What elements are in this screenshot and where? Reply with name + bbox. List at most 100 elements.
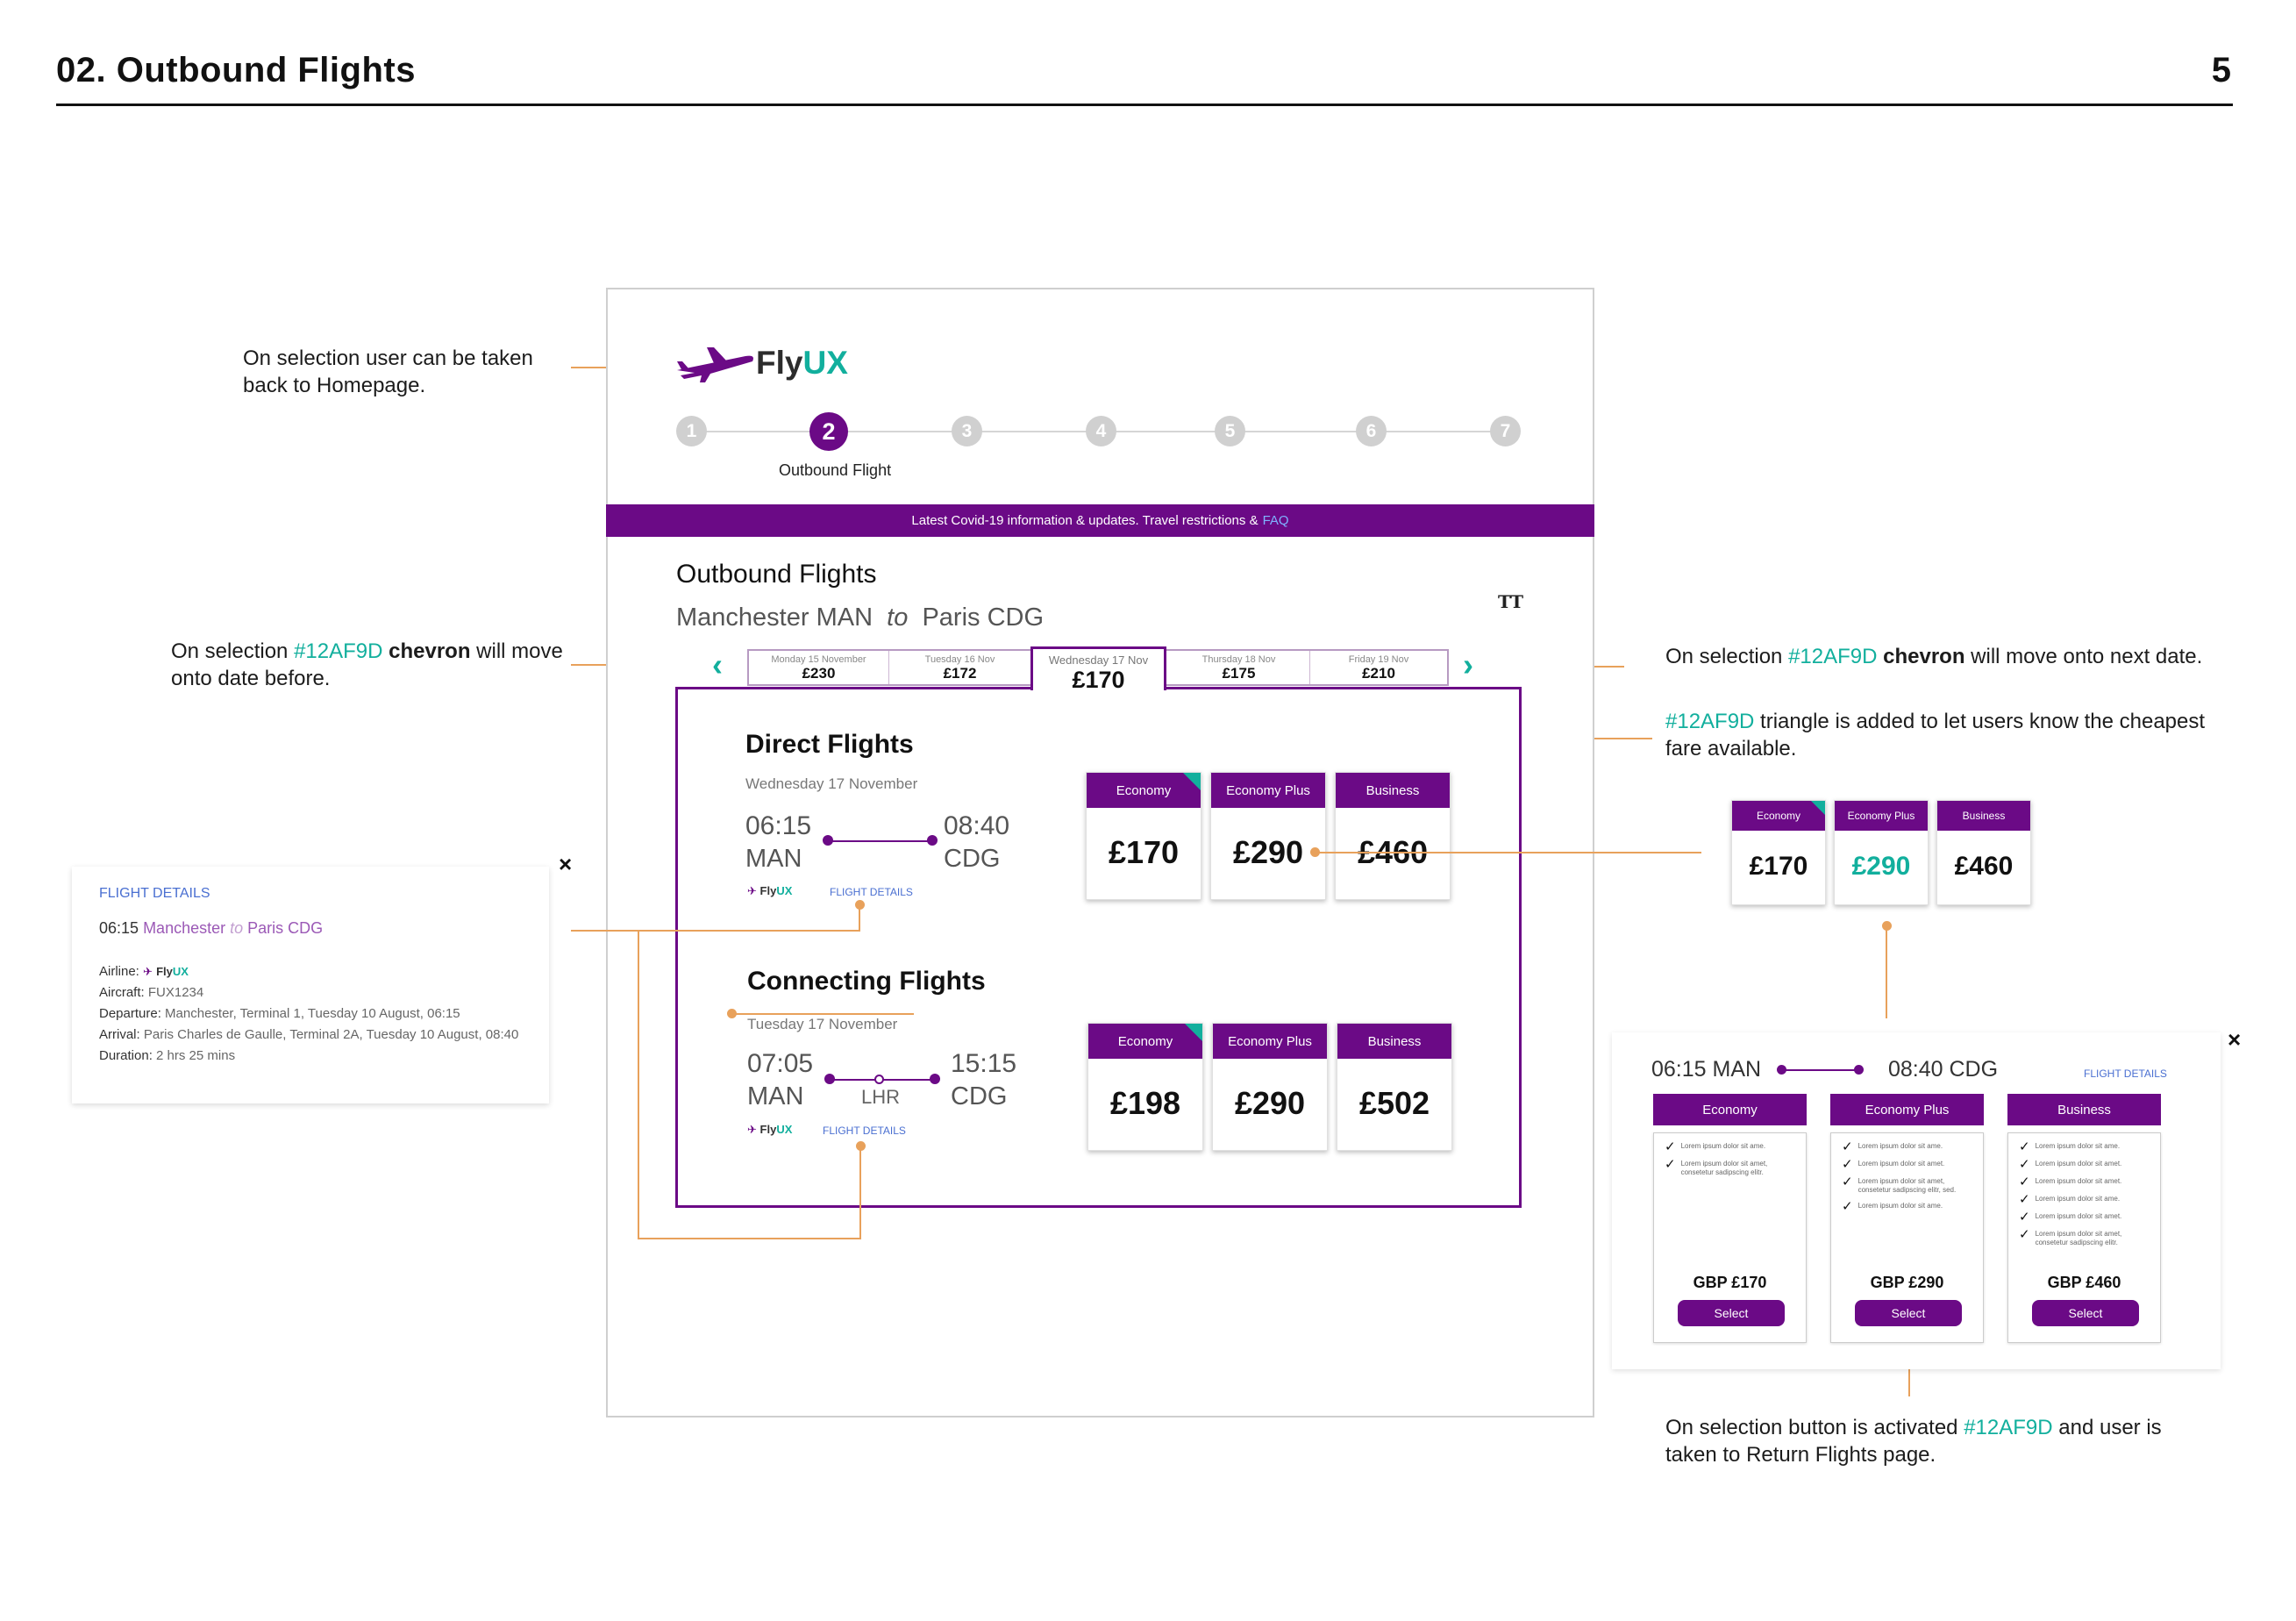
covid-banner: Latest Covid-19 information & updates. T… xyxy=(606,504,1594,537)
direct-arr-time: 08:40 xyxy=(944,811,1010,840)
direct-route-start-dot xyxy=(823,835,833,846)
connecting-fare-economy-plus[interactable]: Economy Plus £290 xyxy=(1212,1023,1328,1151)
flight-details-route: 06:15 Manchester to Paris CDG xyxy=(99,919,324,937)
prev-date-chevron-icon[interactable]: ‹ xyxy=(712,649,723,681)
check-icon: ✓ xyxy=(2019,1210,2030,1225)
connecting-flights-date: Tuesday 17 November xyxy=(747,1016,898,1032)
cheapest-fare-triangle-icon xyxy=(1811,801,1825,815)
connecting-arr-time: 15:15 xyxy=(951,1049,1017,1078)
step-2-active[interactable]: 2 xyxy=(809,412,848,451)
check-icon: ✓ xyxy=(2019,1157,2030,1172)
fd-connector-v2 xyxy=(638,930,639,1239)
connecting-dep-time: 07:05 xyxy=(747,1049,814,1078)
expanded-route-start-dot xyxy=(1777,1065,1786,1075)
check-icon: ✓ xyxy=(1842,1199,1853,1214)
direct-fare-economy-plus[interactable]: Economy Plus £290 xyxy=(1210,772,1326,900)
date-option-selected[interactable]: Wednesday 17 Nov £170 xyxy=(1030,646,1166,693)
date-option[interactable]: Thursday 18 Nov £175 xyxy=(1168,651,1310,684)
direct-route-end-dot xyxy=(927,835,938,846)
flight-details-airline: Airline: ✈ FlyUX xyxy=(99,964,189,979)
select-economy-plus-button[interactable]: Select xyxy=(1855,1300,1962,1326)
check-icon: ✓ xyxy=(1842,1139,1853,1154)
header-rule xyxy=(56,104,2233,106)
homepage-note: On selection user can be taken back to H… xyxy=(243,346,533,397)
connecting-flight-details-link[interactable]: FLIGHT DETAILS xyxy=(823,1125,906,1137)
hover-connector xyxy=(1316,852,1701,853)
direct-dep-time: 06:15 xyxy=(745,811,812,840)
date-option[interactable]: Friday 19 Nov £210 xyxy=(1310,651,1447,684)
check-icon: ✓ xyxy=(1665,1139,1676,1154)
brand-logo[interactable]: FlyUX xyxy=(756,345,848,382)
hover-fare-economy-plus[interactable]: Economy Plus £290 xyxy=(1834,800,1929,905)
page-number: 5 xyxy=(2211,51,2231,89)
fd-connector-bottom xyxy=(638,1238,861,1239)
direct-arr-code: CDG xyxy=(944,845,1001,873)
check-icon: ✓ xyxy=(2019,1227,2030,1242)
expanded-col-business: Business ✓ Lorem ipsum dolor sit ame. ✓ Lo… xyxy=(2007,1094,2161,1343)
triangle-note: #12AF9D triangle is added to let users k… xyxy=(1665,710,2206,761)
expanded-col-economy: Economy ✓ Lorem ipsum dolor sit ame. ✓ Lor… xyxy=(1653,1094,1807,1343)
connecting-route-start-dot xyxy=(824,1074,835,1084)
select-economy-button[interactable]: Select xyxy=(1678,1300,1785,1326)
expanded-dep: 06:15 MAN xyxy=(1651,1057,1762,1082)
fd-connector-dot2 xyxy=(856,1141,866,1151)
expanded-fares-panel: 06:15 MAN 08:40 CDG FLIGHT DETAILS Econo… xyxy=(1612,1032,2221,1369)
hover-down-connector xyxy=(1886,925,1887,1018)
step-4[interactable]: 4 xyxy=(1086,416,1116,446)
direct-airline-logo: ✈ FlyUX xyxy=(747,884,793,897)
next-date-chevron-icon[interactable]: › xyxy=(1463,649,1473,681)
check-icon: ✓ xyxy=(1842,1175,1853,1189)
prev-chevron-note: On selection #12AF9D chevron will move o… xyxy=(171,639,563,690)
check-icon: ✓ xyxy=(2019,1139,2030,1154)
connecting-flights-title: Connecting Flights xyxy=(747,967,986,996)
connecting-fare-economy[interactable]: Economy £198 xyxy=(1087,1023,1203,1151)
direct-fare-business[interactable]: Business £460 xyxy=(1335,772,1451,900)
fd-connector-v1 xyxy=(859,904,860,931)
date-option[interactable]: Tuesday 16 Nov £172 xyxy=(889,651,1031,684)
date-option[interactable]: Monday 15 November £230 xyxy=(749,651,889,684)
flight-details-duration: Duration: 2 hrs 25 mins xyxy=(99,1048,236,1063)
flight-details-departure: Departure: Manchester, Terminal 1, Tuesd… xyxy=(99,1006,460,1021)
faq-link[interactable]: FAQ xyxy=(1263,513,1289,528)
select-note: On selection button is activated #12AF9D… xyxy=(1665,1416,2162,1467)
next-chevron-note: On selection #12AF9D chevron will move o… xyxy=(1665,645,2203,668)
flight-details-title: FLIGHT DETAILS xyxy=(99,886,210,901)
step-1[interactable]: 1 xyxy=(676,416,707,446)
cheapest-fare-triangle-icon xyxy=(1185,1024,1202,1041)
expanded-flight-details-link[interactable]: FLIGHT DETAILS xyxy=(2084,1068,2167,1080)
direct-flights-title: Direct Flights xyxy=(745,730,914,759)
fd-connector-h xyxy=(571,930,860,932)
step-7[interactable]: 7 xyxy=(1490,416,1521,446)
check-icon: ✓ xyxy=(1842,1157,1853,1172)
expanded-col-economy-plus: Economy Plus ✓ Lorem ipsum dolor sit ame.… xyxy=(1830,1094,1984,1343)
flight-details-panel: FLIGHT DETAILS 06:15 Manchester to Paris… xyxy=(72,867,549,1103)
direct-route-line xyxy=(828,840,933,842)
connecting-fare-business[interactable]: Business £502 xyxy=(1337,1023,1452,1151)
step-3[interactable]: 3 xyxy=(952,416,982,446)
select-business-button[interactable]: Select xyxy=(2032,1300,2139,1326)
connecting-annot-line xyxy=(731,1013,914,1015)
flight-details-arrival: Arrival: Paris Charles de Gaulle, Termin… xyxy=(99,1027,519,1042)
text-size-icon[interactable]: TT xyxy=(1498,591,1523,612)
connecting-route-end-dot xyxy=(930,1074,940,1084)
direct-fare-economy[interactable]: Economy £170 xyxy=(1086,772,1201,900)
plane-logo-icon[interactable] xyxy=(675,344,756,384)
cheapest-fare-triangle-icon xyxy=(1183,773,1201,790)
expanded-close-icon[interactable]: × xyxy=(2228,1026,2241,1053)
page-title: 02. Outbound Flights xyxy=(56,51,416,89)
flight-details-aircraft: Aircraft: FUX1234 xyxy=(99,985,204,1000)
expanded-route-line xyxy=(1781,1069,1858,1071)
hover-fare-business[interactable]: Business £460 xyxy=(1936,800,2031,905)
expanded-arr: 08:40 CDG xyxy=(1888,1057,1999,1082)
direct-flight-details-link[interactable]: FLIGHT DETAILS xyxy=(830,886,913,898)
check-icon: ✓ xyxy=(1665,1157,1676,1172)
hover-fare-economy[interactable]: Economy £170 xyxy=(1731,800,1826,905)
connecting-dep-code: MAN xyxy=(747,1082,804,1110)
step-5[interactable]: 5 xyxy=(1215,416,1245,446)
flight-details-close-icon[interactable]: × xyxy=(559,851,572,878)
route-summary: Manchester MAN to Paris CDG xyxy=(676,603,1045,632)
direct-flights-date: Wednesday 17 November xyxy=(745,775,918,792)
connecting-route-stop-dot xyxy=(874,1075,884,1084)
active-step-label: Outbound Flight xyxy=(779,461,892,479)
step-6[interactable]: 6 xyxy=(1356,416,1387,446)
